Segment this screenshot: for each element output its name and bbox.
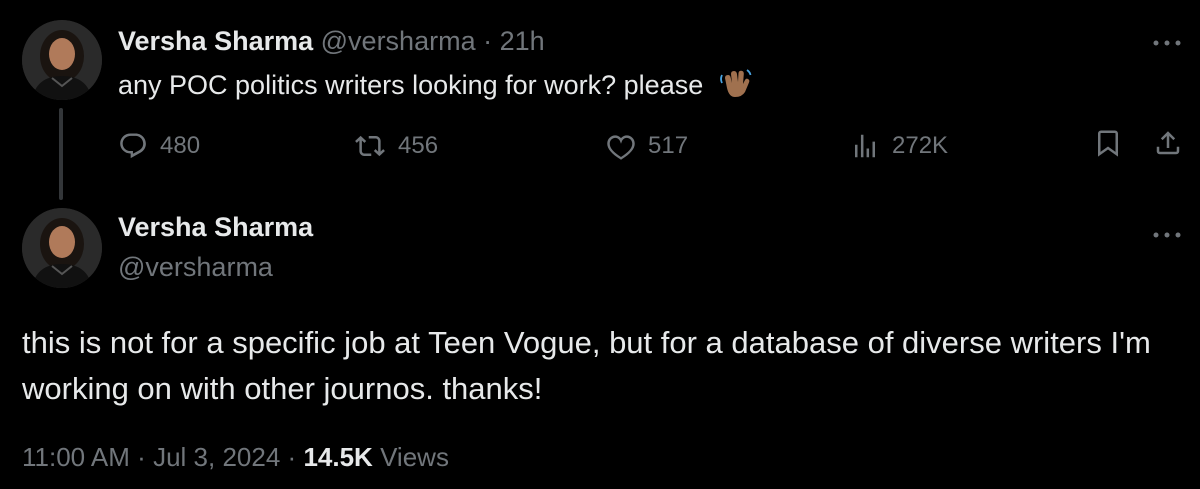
author-name[interactable]: Versha Sharma: [118, 210, 313, 244]
separator: ·: [137, 442, 146, 472]
views-count: 272K: [892, 132, 949, 159]
tweet-text: any POC politics writers looking for wor…: [118, 70, 704, 100]
tweet-text: this is not for a specific job at Teen V…: [22, 325, 1151, 406]
retweet-count: 456: [398, 132, 439, 159]
more-icon[interactable]: [1152, 28, 1182, 54]
avatar-image: [22, 20, 102, 100]
bookmark-icon: [1093, 128, 1123, 158]
avatar[interactable]: [22, 208, 102, 288]
tweet1-header: Versha Sharma @versharma · 21h: [118, 24, 545, 58]
reply-icon: [118, 131, 148, 161]
tweet-time[interactable]: 11:00 AM: [22, 442, 130, 472]
separator: ·: [287, 442, 297, 472]
tweet1-actions: 480 456 517 272K: [0, 128, 1200, 168]
avatar[interactable]: [22, 20, 102, 100]
analytics-icon: [850, 131, 880, 161]
share-button[interactable]: [1153, 128, 1183, 158]
author-handle[interactable]: @versharma: [321, 26, 476, 56]
heart-icon: [606, 131, 636, 161]
tweet-time[interactable]: 21h: [500, 26, 545, 56]
separator: ·: [483, 26, 493, 56]
tweet-footer: 11:00 AM · Jul 3, 2024 · 14.5K Views: [22, 440, 449, 474]
reply-button[interactable]: 480: [118, 128, 200, 164]
views-label: Views: [380, 442, 449, 472]
views-count: 14.5K: [303, 442, 373, 472]
views-button[interactable]: 272K: [850, 128, 948, 164]
like-count: 517: [648, 132, 689, 159]
tweet1-text: any POC politics writers looking for wor…: [118, 66, 753, 109]
waving-hand-icon: [719, 66, 753, 109]
like-button[interactable]: 517: [606, 128, 688, 164]
share-icon: [1153, 128, 1183, 158]
bookmark-button[interactable]: [1093, 128, 1123, 158]
retweet-icon: [354, 131, 386, 161]
retweet-button[interactable]: 456: [354, 128, 438, 164]
reply-count: 480: [160, 132, 201, 159]
more-icon[interactable]: [1152, 220, 1182, 246]
author-handle[interactable]: @versharma: [118, 250, 273, 284]
avatar-image: [22, 208, 102, 288]
tweet-date[interactable]: Jul 3, 2024: [153, 442, 280, 472]
author-name[interactable]: Versha Sharma: [118, 26, 313, 56]
